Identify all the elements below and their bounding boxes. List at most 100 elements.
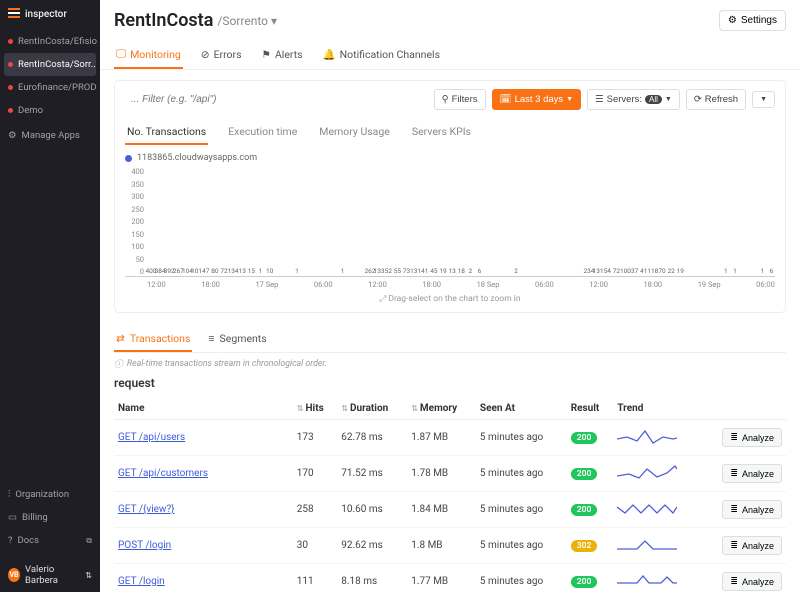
txn-link[interactable]: POST /login	[118, 540, 171, 551]
status-badge: 200	[571, 468, 598, 480]
flag-icon: ⚑	[262, 48, 271, 61]
col-memory[interactable]: ⇅Memory	[407, 398, 476, 420]
main-tabs: 🖵Monitoring ⊘Errors ⚑Alerts 🔔Notification C…	[100, 37, 800, 70]
date-range-button[interactable]: 🗓Last 3 days▼	[492, 89, 582, 110]
analyze-icon: ≣	[730, 540, 738, 551]
info-icon: ⓘ	[114, 357, 123, 370]
col-hits[interactable]: ⇅Hits	[293, 398, 337, 420]
user-menu[interactable]: VB Valerio Barbera ⇅	[0, 558, 100, 592]
filter-input[interactable]	[125, 89, 428, 110]
chart-tab-1[interactable]: Execution time	[226, 120, 299, 145]
col-seen[interactable]: Seen At	[476, 398, 567, 420]
table-row: GET /api/users17362.78 ms1.87 MB5 minute…	[114, 420, 786, 456]
sidebar-app-3[interactable]: Demo	[0, 99, 100, 122]
subtabs: ⇄Transactions ≡Segments	[114, 327, 786, 353]
monitor-icon: 🖵	[116, 47, 126, 61]
chevron-down-icon: ▼	[665, 96, 672, 103]
txn-link[interactable]: GET /login	[118, 576, 165, 587]
manage-apps-label: Manage Apps	[22, 130, 80, 141]
brand[interactable]: inspector	[0, 0, 100, 28]
sidebar-item-label: Demo	[18, 105, 43, 116]
analyze-button[interactable]: ≣Analyze	[722, 572, 782, 591]
updown-icon: ⇅	[85, 571, 92, 580]
funnel-icon: ⚲	[442, 94, 449, 105]
transactions-table: Name ⇅Hits ⇅Duration ⇅Memory Seen At Res…	[114, 398, 786, 592]
sidebar-docs[interactable]: ?Docs⧉	[0, 529, 100, 552]
chart-hint: ⤢ Drag-select on the chart to zoom in	[125, 294, 775, 304]
calendar-icon: 🗓	[500, 94, 512, 105]
status-badge: 200	[571, 504, 598, 516]
txn-link[interactable]: GET /api/customers	[118, 468, 208, 479]
breadcrumb[interactable]: /Sorrento ▾	[217, 14, 277, 28]
analyze-button[interactable]: ≣Analyze	[722, 464, 782, 483]
analyze-icon: ≣	[730, 576, 738, 587]
tab-monitoring[interactable]: 🖵Monitoring	[114, 41, 183, 69]
legend-dot-icon	[125, 155, 132, 162]
monitoring-card: ⚲Filters 🗓Last 3 days▼ ☰Servers: All▼ ⟳R…	[114, 80, 786, 313]
status-badge: 302	[571, 540, 598, 552]
table-row: POST /login3092.62 ms1.8 MB5 minutes ago…	[114, 528, 786, 564]
subtab-transactions[interactable]: ⇄Transactions	[114, 327, 192, 352]
gear-icon: ⚙	[728, 15, 737, 26]
sidebar: inspector RentInCosta/Efisio RentInCosta/…	[0, 0, 100, 592]
filter-row: ⚲Filters 🗓Last 3 days▼ ☰Servers: All▼ ⟳R…	[125, 89, 775, 110]
sidebar-app-1[interactable]: RentInCosta/Sorr...	[4, 53, 96, 76]
chart-tab-2[interactable]: Memory Usage	[317, 120, 392, 145]
transactions-chart[interactable]: 400350300250200150100500 400384392267104…	[125, 167, 775, 277]
tab-notification-channels[interactable]: 🔔Notification Channels	[321, 41, 442, 69]
analyze-icon: ≣	[730, 504, 738, 515]
bug-icon: ⊘	[201, 48, 210, 61]
chart-tab-3[interactable]: Servers KPIs	[410, 120, 473, 145]
chart-tab-0[interactable]: No. Transactions	[125, 120, 208, 145]
sparkline	[617, 535, 677, 553]
subtab-icon: ⇄	[116, 332, 125, 345]
status-badge: 200	[571, 432, 598, 444]
chevron-down-icon: ▼	[566, 96, 573, 103]
table-row: GET /login1118.18 ms1.77 MB5 minutes ago…	[114, 564, 786, 592]
analyze-button[interactable]: ≣Analyze	[722, 500, 782, 519]
settings-button[interactable]: ⚙ Settings	[719, 10, 786, 31]
section-title: request	[114, 376, 786, 390]
sidebar-item-label: Eurofinance/PROD	[18, 82, 97, 93]
table-row: GET /{view?}25810.60 ms1.84 MB5 minutes …	[114, 492, 786, 528]
bell-icon: 🔔	[323, 48, 336, 61]
col-name[interactable]: Name	[114, 398, 293, 420]
servers-button[interactable]: ☰Servers: All▼	[587, 89, 680, 110]
txn-link[interactable]: GET /api/users	[118, 432, 185, 443]
sidebar-item-label: RentInCosta/Sorr...	[18, 59, 96, 70]
external-icon: ⧉	[86, 536, 92, 546]
status-dot-icon	[8, 62, 13, 67]
col-duration[interactable]: ⇅Duration	[337, 398, 407, 420]
sparkline	[617, 571, 677, 589]
col-result[interactable]: Result	[567, 398, 614, 420]
status-dot-icon	[8, 85, 13, 90]
stream-note: ⓘReal-time transactions stream in chrono…	[114, 357, 786, 370]
subtab-segments[interactable]: ≡Segments	[206, 327, 268, 352]
sidebar-app-0[interactable]: RentInCosta/Efisio	[0, 30, 100, 53]
analyze-button[interactable]: ≣Analyze	[722, 536, 782, 555]
subtab-icon: ≡	[208, 332, 214, 345]
manage-apps[interactable]: ⚙ Manage Apps	[0, 124, 100, 147]
analyze-button[interactable]: ≣Analyze	[722, 428, 782, 447]
refresh-icon: ⟳	[694, 94, 702, 105]
refresh-button[interactable]: ⟳Refresh	[686, 89, 746, 110]
col-trend: Trend	[613, 398, 700, 420]
sidebar-billing[interactable]: ▭Billing	[0, 506, 100, 529]
status-dot-icon	[8, 39, 13, 44]
chart-legend: 1183865.cloudwaysapps.com	[125, 153, 775, 163]
analyze-icon: ≣	[730, 432, 738, 443]
sparkline	[617, 463, 677, 481]
sidebar-item-label: RentInCosta/Efisio	[18, 36, 97, 47]
filters-button[interactable]: ⚲Filters	[434, 89, 486, 110]
tab-errors[interactable]: ⊘Errors	[199, 41, 244, 69]
sidebar-app-2[interactable]: Eurofinance/PROD	[0, 76, 100, 99]
analyze-icon: ≣	[730, 468, 738, 479]
tab-alerts[interactable]: ⚑Alerts	[260, 41, 305, 69]
txn-link[interactable]: GET /{view?}	[118, 504, 175, 515]
status-badge: 200	[571, 576, 598, 588]
sparkline	[617, 427, 677, 445]
sidebar-organization[interactable]: ⫶Organization	[0, 483, 100, 506]
card-icon: ▭	[8, 512, 17, 523]
refresh-dropdown[interactable]: ▼	[752, 91, 775, 108]
page-title: RentInCosta	[114, 10, 213, 31]
